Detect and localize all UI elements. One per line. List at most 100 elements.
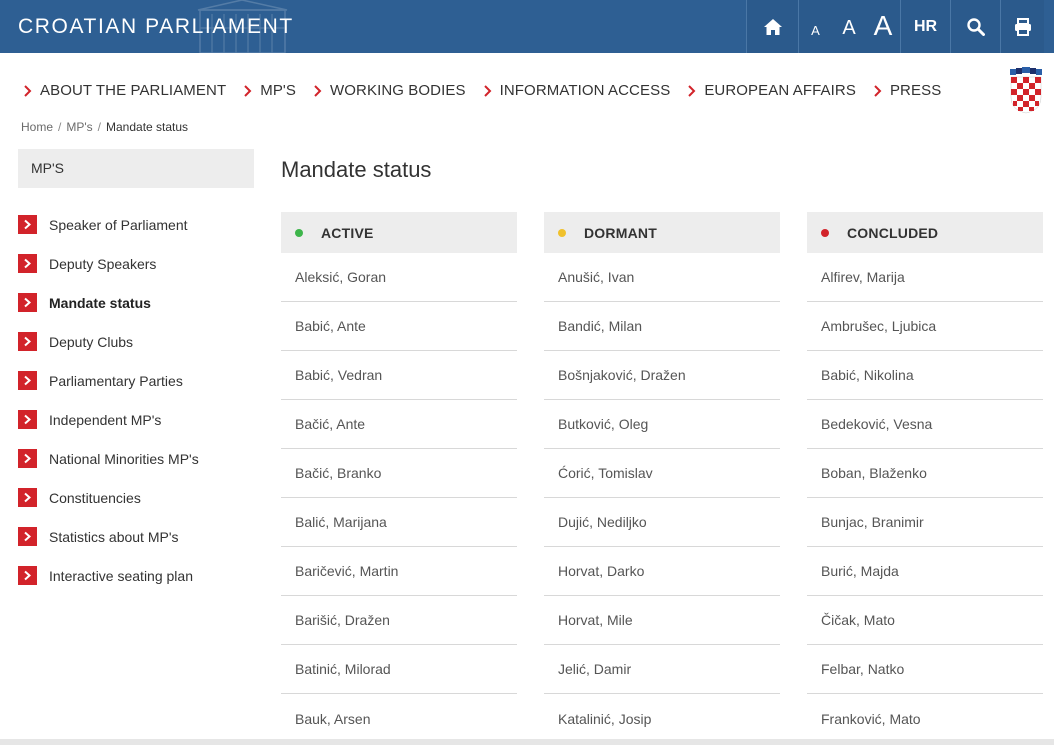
breadcrumb: Home / MP's / Mandate status (21, 120, 188, 134)
chevron-right-icon (18, 566, 37, 585)
member-link[interactable]: Bačić, Branko (281, 449, 517, 498)
main-navigation: ABOUT THE PARLIAMENT MP'S WORKING BODIES… (22, 82, 957, 99)
nav-item-information-access[interactable]: INFORMATION ACCESS (482, 82, 671, 99)
member-link[interactable]: Balić, Marijana (281, 498, 517, 547)
member-link[interactable]: Babić, Vedran (281, 351, 517, 400)
nav-item-label: PRESS (889, 82, 942, 99)
member-link[interactable]: Dujić, Nediljko (544, 498, 780, 547)
chevron-right-icon (18, 254, 37, 273)
sidebar-item-deputy-clubs[interactable]: Deputy Clubs (18, 322, 254, 361)
column-header: CONCLUDED (807, 212, 1043, 253)
sidebar-item-label: Mandate status (49, 294, 151, 311)
member-link[interactable]: Baričević, Martin (281, 547, 517, 596)
nav-item-label: MP'S (260, 82, 296, 99)
member-link[interactable]: Alfirev, Marija (807, 253, 1043, 302)
sidebar-item-speaker[interactable]: Speaker of Parliament (18, 205, 254, 244)
sidebar-item-mandate-status[interactable]: Mandate status (18, 283, 254, 322)
coat-of-arms-icon[interactable] (1009, 67, 1043, 114)
member-link[interactable]: Ambrušec, Ljubica (807, 302, 1043, 351)
member-link[interactable]: Bandić, Milan (544, 302, 780, 351)
member-link[interactable]: Bauk, Arsen (281, 694, 517, 743)
member-link[interactable]: Bunjac, Branimir (807, 498, 1043, 547)
nav-item-european-affairs[interactable]: EUROPEAN AFFAIRS (686, 82, 856, 99)
nav-item-mps[interactable]: MP'S (242, 82, 296, 99)
chevron-right-icon (18, 215, 37, 234)
member-link[interactable]: Burić, Majda (807, 547, 1043, 596)
breadcrumb-home-link[interactable]: Home (21, 120, 53, 134)
nav-item-press[interactable]: PRESS (872, 82, 941, 99)
page-title: Mandate status (281, 157, 432, 182)
member-link[interactable]: Aleksić, Goran (281, 253, 517, 302)
header-toolbar: A A A HR (746, 0, 1044, 53)
font-size-medium-button[interactable]: A (832, 0, 866, 53)
nav-item-label: EUROPEAN AFFAIRS (704, 82, 856, 99)
chevron-right-icon (314, 84, 322, 97)
print-button[interactable] (1000, 0, 1044, 53)
member-link[interactable]: Horvat, Mile (544, 596, 780, 645)
sidebar-item-seating-plan[interactable]: Interactive seating plan (18, 556, 254, 595)
sidebar-item-national-minorities[interactable]: National Minorities MP's (18, 439, 254, 478)
member-link[interactable]: Batinić, Milorad (281, 645, 517, 694)
sidebar-menu: Speaker of Parliament Deputy Speakers Ma… (18, 205, 254, 595)
sidebar-item-statistics[interactable]: Statistics about MP's (18, 517, 254, 556)
font-size-small-button[interactable]: A (798, 0, 832, 53)
member-link[interactable]: Barišić, Dražen (281, 596, 517, 645)
member-link[interactable]: Babić, Ante (281, 302, 517, 351)
breadcrumb-mps-link[interactable]: MP's (66, 120, 92, 134)
font-size-large-button[interactable]: A (866, 0, 900, 53)
nav-item-working-bodies[interactable]: WORKING BODIES (312, 82, 466, 99)
chevron-right-icon (18, 371, 37, 390)
chevron-right-icon (18, 410, 37, 429)
status-dot-icon (821, 228, 829, 237)
language-switch-button[interactable]: HR (900, 0, 950, 53)
nav-item-about[interactable]: ABOUT THE PARLIAMENT (22, 82, 226, 99)
member-link[interactable]: Franković, Mato (807, 694, 1043, 743)
status-column-dormant: DORMANT Anušić, Ivan Bandić, Milan Bošnjak… (544, 212, 780, 743)
breadcrumb-separator: / (58, 120, 62, 134)
chevron-right-icon (688, 84, 696, 97)
breadcrumb-current: Mandate status (106, 120, 189, 134)
sidebar-item-parliamentary-parties[interactable]: Parliamentary Parties (18, 361, 254, 400)
member-link[interactable]: Katalinić, Josip (544, 694, 780, 743)
sidebar-item-label: Independent MP's (49, 411, 162, 428)
search-button[interactable] (950, 0, 1000, 53)
chevron-right-icon (874, 84, 882, 97)
status-dot-icon (295, 228, 303, 237)
sidebar-item-constituencies[interactable]: Constituencies (18, 478, 254, 517)
member-link[interactable]: Horvat, Darko (544, 547, 780, 596)
member-list: Anušić, Ivan Bandić, Milan Bošnjaković, Dr… (544, 253, 780, 743)
chevron-right-icon (24, 84, 32, 97)
member-link[interactable]: Felbar, Natko (807, 645, 1043, 694)
sidebar-item-label: Statistics about MP's (49, 528, 179, 545)
sidebar-item-independent-mps[interactable]: Independent MP's (18, 400, 254, 439)
member-link[interactable]: Bedeković, Vesna (807, 400, 1043, 449)
sidebar-item-deputy-speakers[interactable]: Deputy Speakers (18, 244, 254, 283)
member-link[interactable]: Babić, Nikolina (807, 351, 1043, 400)
page-bottom-divider (0, 739, 1054, 745)
member-link[interactable]: Bačić, Ante (281, 400, 517, 449)
member-link[interactable]: Butković, Oleg (544, 400, 780, 449)
column-title: CONCLUDED (847, 224, 939, 241)
top-header: CROATIAN PARLIAMENT A A A HR (0, 0, 1054, 53)
site-title[interactable]: CROATIAN PARLIAMENT (18, 15, 294, 39)
status-dot-icon (558, 228, 566, 237)
column-header: DORMANT (544, 212, 780, 253)
member-link[interactable]: Boban, Blaženko (807, 449, 1043, 498)
sidebar-item-label: National Minorities MP's (49, 450, 199, 467)
home-button[interactable] (746, 0, 798, 53)
column-header: ACTIVE (281, 212, 517, 253)
chevron-right-icon (18, 527, 37, 546)
nav-item-label: INFORMATION ACCESS (499, 82, 671, 99)
search-icon (966, 17, 985, 36)
member-link[interactable]: Jelić, Damir (544, 645, 780, 694)
member-link[interactable]: Ćorić, Tomislav (544, 449, 780, 498)
sidebar: MP'S Speaker of Parliament Deputy Speake… (18, 149, 254, 595)
member-link[interactable]: Čičak, Mato (807, 596, 1043, 645)
sidebar-item-label: Interactive seating plan (49, 567, 193, 584)
chevron-right-icon (483, 84, 492, 97)
home-icon (763, 18, 782, 35)
member-link[interactable]: Anušić, Ivan (544, 253, 780, 302)
member-link[interactable]: Bošnjaković, Dražen (544, 351, 780, 400)
sidebar-item-label: Parliamentary Parties (49, 372, 183, 389)
sidebar-heading[interactable]: MP'S (18, 149, 254, 188)
